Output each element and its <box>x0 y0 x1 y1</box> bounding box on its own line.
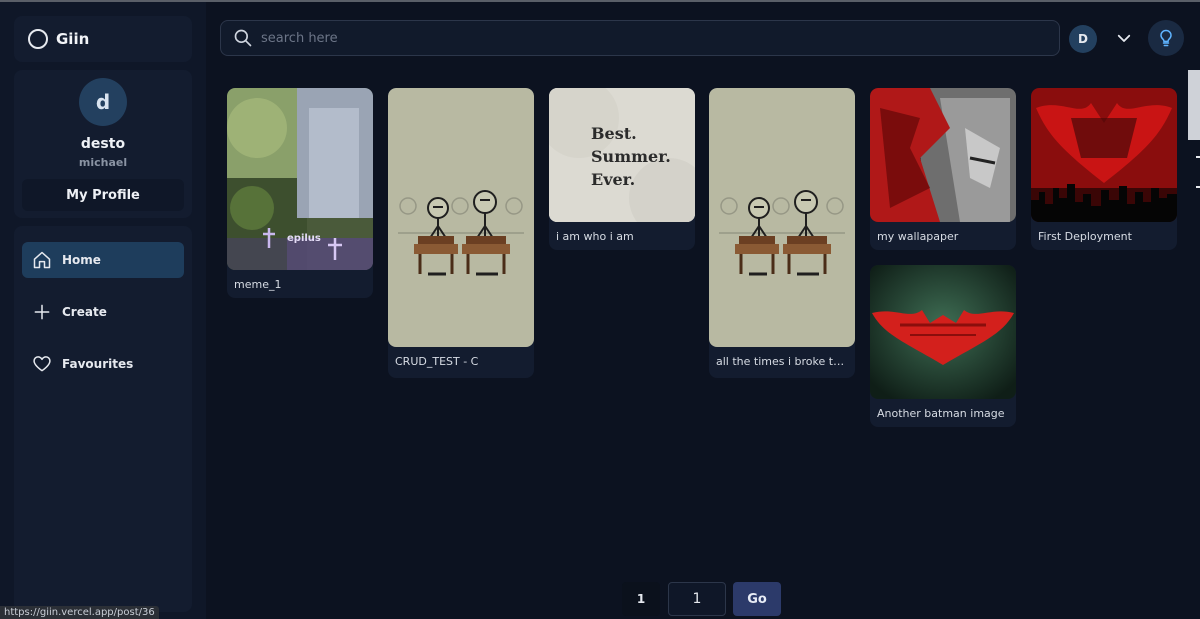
profile-username: michael <box>78 156 128 169</box>
post-title: Another batman image <box>877 407 1005 420</box>
image-text-line: Summer. <box>591 147 671 166</box>
scrollbar-thumb[interactable] <box>1188 70 1200 140</box>
post-image[interactable] <box>870 265 1016 399</box>
post-image[interactable] <box>1031 88 1177 222</box>
svg-text:epilus: epilus <box>287 233 321 244</box>
image-text-line: Ever. <box>591 170 636 189</box>
post-card[interactable]: Best. Summer. Ever. i am who i am <box>549 88 695 250</box>
scroll-marker <box>1196 156 1200 158</box>
post-image[interactable]: epilus <box>227 88 373 270</box>
profile-name: desto <box>80 136 126 152</box>
post-card[interactable]: Another batman image <box>870 265 1016 427</box>
brand-card[interactable]: Giin <box>14 16 192 62</box>
account-menu-button[interactable] <box>1106 20 1142 56</box>
post-image[interactable]: Best. Summer. Ever. <box>549 88 695 222</box>
sidebar-item-label: Home <box>62 253 101 267</box>
user-avatar[interactable]: D <box>1069 25 1097 53</box>
post-card[interactable]: CRUD_TEST - C <box>388 88 534 378</box>
post-title: all the times i broke th... <box>716 355 850 368</box>
sidebar-item-label: Create <box>62 305 107 319</box>
search-bar[interactable] <box>220 20 1060 56</box>
profile-avatar[interactable]: d <box>79 78 127 126</box>
post-title: First Deployment <box>1038 230 1132 243</box>
scroll-marker <box>1196 186 1200 188</box>
pagination-current-page[interactable]: 1 <box>622 582 660 616</box>
search-input[interactable] <box>261 30 1041 46</box>
post-title: CRUD_TEST - C <box>395 355 479 368</box>
post-title: i am who i am <box>556 230 634 243</box>
nav-card: Home Create Favourites <box>14 226 192 612</box>
search-icon <box>234 29 252 47</box>
sidebar-item-label: Favourites <box>62 357 134 371</box>
post-card[interactable]: epilus meme_1 <box>227 88 373 298</box>
sidebar: Giin d desto michael My Profile Home Cre… <box>0 2 206 619</box>
sidebar-item-home[interactable]: Home <box>22 242 184 278</box>
post-image[interactable] <box>870 88 1016 222</box>
post-title: my wallapaper <box>877 230 959 243</box>
plus-icon <box>34 304 50 320</box>
sidebar-item-create[interactable]: Create <box>22 294 184 330</box>
go-button[interactable]: Go <box>733 582 781 616</box>
heart-icon <box>33 356 51 372</box>
brand-name: Giin <box>56 30 90 48</box>
lightbulb-icon <box>1160 29 1172 47</box>
sidebar-item-favourites[interactable]: Favourites <box>22 346 184 382</box>
theme-toggle-button[interactable] <box>1148 20 1184 56</box>
profile-card: d desto michael My Profile <box>14 70 192 218</box>
home-icon <box>33 251 51 269</box>
page-number-input[interactable] <box>668 582 726 616</box>
post-image[interactable] <box>709 88 855 347</box>
post-card[interactable]: my wallapaper <box>870 88 1016 250</box>
post-image[interactable] <box>388 88 534 347</box>
chevron-down-icon <box>1117 34 1131 42</box>
brand-logo-icon <box>28 29 48 49</box>
status-bar-url: https://giin.vercel.app/post/36 <box>0 606 159 619</box>
image-text-line: Best. <box>591 124 637 143</box>
post-card[interactable]: First Deployment <box>1031 88 1177 250</box>
post-title: meme_1 <box>234 278 282 291</box>
post-card[interactable]: all the times i broke th... <box>709 88 855 378</box>
my-profile-button[interactable]: My Profile <box>22 179 184 211</box>
